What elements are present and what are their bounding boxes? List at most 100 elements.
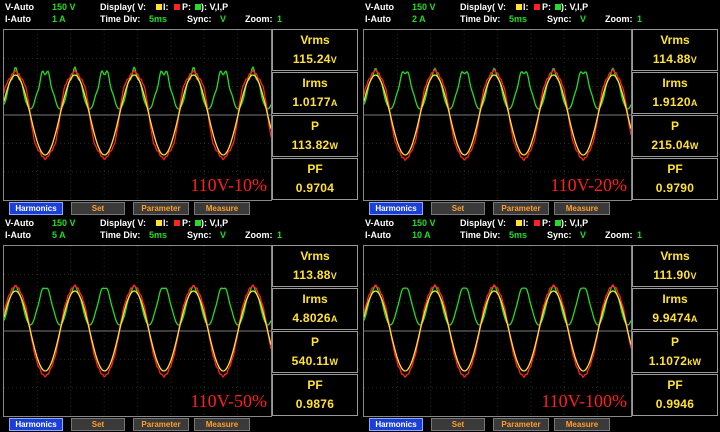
vrms-value-line: 115.24V: [273, 52, 357, 66]
power-box: P 1.1072kW: [632, 331, 718, 373]
vrms-unit: V: [330, 271, 338, 281]
pf-box: PF 0.9790: [632, 158, 718, 200]
pf-label: PF: [667, 162, 683, 176]
irms-box: Irms 1.9120A: [632, 72, 718, 114]
parameter-button[interactable]: Parameter: [493, 418, 549, 431]
pf-box: PF 0.9876: [272, 374, 358, 416]
set-button[interactable]: Set: [431, 418, 485, 431]
sync-label: Sync:: [547, 14, 572, 24]
power-value: 540.11: [291, 354, 330, 368]
waveform-display: 110V-20%: [363, 29, 632, 201]
vrms-value: 115.24: [292, 52, 331, 66]
softkey-bar: Harmonics Set Parameter Measure: [0, 201, 360, 215]
irms-value: 1.9120: [652, 95, 691, 109]
zoom-label: Zoom:: [605, 14, 633, 24]
power-waveform: [364, 285, 631, 326]
pf-value: 0.9704: [295, 181, 335, 195]
power-waveform: [4, 284, 271, 326]
p-swatch-label: P:: [182, 2, 191, 12]
p-swatch-label: P:: [542, 2, 551, 12]
sync-value: V: [220, 14, 227, 24]
power-box: P 540.11W: [272, 331, 358, 373]
power-value-line: 540.11W: [273, 354, 357, 368]
condition-tag: 110V-10%: [190, 175, 267, 195]
voltage-color-swatch: [156, 220, 162, 226]
i-swatch-label: I:: [523, 218, 529, 228]
parameter-button[interactable]: Parameter: [133, 202, 189, 215]
readings-column: Vrms 111.90V Irms 9.9474A P 1.1072kW PF …: [632, 245, 718, 416]
zoom-label: Zoom:: [245, 14, 273, 24]
current-color-swatch: [174, 4, 180, 10]
irms-label: Irms: [302, 292, 328, 306]
parameter-button[interactable]: Parameter: [133, 418, 189, 431]
set-button[interactable]: Set: [431, 202, 485, 215]
power-value-line: 215.04W: [633, 138, 717, 152]
v-mode: V-Auto: [365, 218, 394, 228]
pf-value: 0.9946: [655, 397, 695, 411]
power-unit: W: [329, 357, 339, 367]
pf-label: PF: [307, 378, 323, 392]
time-div-label: Time Div:: [460, 230, 501, 240]
i-range: 1 A: [52, 14, 66, 24]
time-div-value: 5ms: [149, 14, 168, 24]
i-range: 2 A: [412, 14, 426, 24]
harmonics-button[interactable]: Harmonics: [369, 418, 423, 431]
sync-label: Sync:: [187, 14, 212, 24]
v-range: 150 V: [412, 2, 436, 12]
measure-button[interactable]: Measure: [554, 202, 610, 215]
time-div-value: 5ms: [509, 230, 528, 240]
waveform-display: 110V-50%: [3, 245, 272, 417]
sync-label: Sync:: [187, 230, 212, 240]
set-button[interactable]: Set: [71, 202, 125, 215]
voltage-color-swatch: [516, 4, 522, 10]
voltage-color-swatch: [156, 4, 162, 10]
harmonics-button[interactable]: Harmonics: [9, 202, 63, 215]
vrms-value-line: 114.88V: [633, 52, 717, 66]
irms-value: 4.8026: [292, 311, 331, 325]
v-mode: V-Auto: [5, 218, 34, 228]
condition-tag: 110V-100%: [541, 391, 627, 411]
irms-label: Irms: [302, 76, 328, 90]
i-mode: I-Auto: [365, 230, 391, 240]
sync-label: Sync:: [547, 230, 572, 240]
v-range: 150 V: [52, 218, 76, 228]
sync-value: V: [580, 230, 587, 240]
time-div-label: Time Div:: [100, 230, 141, 240]
pf-label: PF: [667, 378, 683, 392]
measure-button[interactable]: Measure: [554, 418, 610, 431]
vrms-value: 114.88: [652, 52, 691, 66]
parameter-button[interactable]: Parameter: [493, 202, 549, 215]
sync-value: V: [580, 14, 587, 24]
zoom-value: 1: [637, 230, 643, 240]
measure-button[interactable]: Measure: [194, 418, 250, 431]
irms-value-line: 1.9120A: [633, 95, 717, 109]
measure-button[interactable]: Measure: [194, 202, 250, 215]
pf-value: 0.9790: [655, 181, 695, 195]
irms-value-line: 4.8026A: [273, 311, 357, 325]
display-label: Display( V:: [100, 218, 147, 228]
i-mode: I-Auto: [5, 230, 31, 240]
vrms-unit: V: [690, 271, 697, 281]
display-label: Display( V:: [460, 2, 507, 12]
harmonics-button[interactable]: Harmonics: [369, 202, 423, 215]
i-range: 5 A: [52, 230, 66, 240]
harmonics-button[interactable]: Harmonics: [9, 418, 63, 431]
meter-panel-4: V-Auto 150 V Display( V: I: P: ): V,I,P …: [360, 216, 720, 432]
meter-panel-2: V-Auto 150 V Display( V: I: P: ): V,I,P …: [360, 0, 720, 216]
zoom-value: 1: [277, 230, 283, 240]
softkey-bar: Harmonics Set Parameter Measure: [360, 201, 720, 215]
status-header: V-Auto 150 V Display( V: I: P: ): V,I,P …: [0, 216, 360, 244]
time-div-label: Time Div:: [100, 14, 141, 24]
v-mode: V-Auto: [5, 2, 34, 12]
vrms-unit: V: [330, 55, 338, 65]
power-value-line: 113.82W: [273, 138, 357, 152]
i-swatch-label: I:: [163, 218, 169, 228]
v-range: 150 V: [52, 2, 76, 12]
i-range: 10 A: [412, 230, 431, 240]
power-label: P: [670, 335, 679, 349]
power-value: 215.04: [651, 138, 690, 152]
meter-panel-3: V-Auto 150 V Display( V: I: P: ): V,I,P …: [0, 216, 360, 432]
set-button[interactable]: Set: [71, 418, 125, 431]
vrms-label: Vrms: [300, 33, 330, 47]
display-label: Display( V:: [460, 218, 507, 228]
